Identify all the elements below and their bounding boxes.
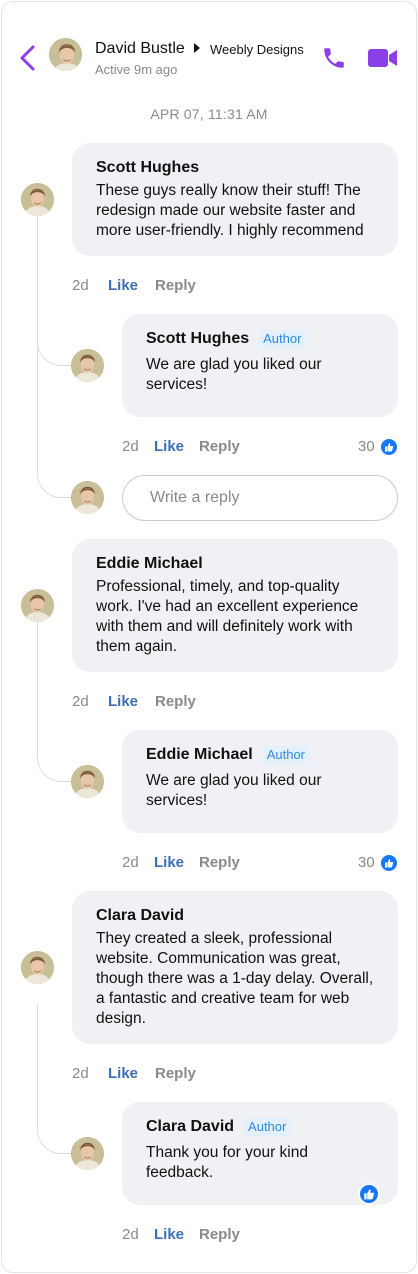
comment-time: 2d <box>72 277 89 294</box>
reply-actions: 2d Like Reply <box>122 438 240 455</box>
like-count-number: 30 <box>358 854 375 871</box>
thumbs-up-icon <box>380 438 397 455</box>
thread-connector <box>37 300 71 366</box>
reply-bubble: Clara David Author Thank you for your kin… <box>122 1102 398 1205</box>
comment-time: 2d <box>72 693 89 710</box>
comment-text: They created a sleek, professional websi… <box>96 930 374 1027</box>
like-button[interactable]: Like <box>108 277 155 294</box>
comment-author[interactable]: Scott Hughes <box>96 159 374 177</box>
like-button[interactable]: Like <box>154 1226 199 1243</box>
comment-bubble: Eddie Michael Professional, timely, and … <box>72 539 398 672</box>
like-button[interactable]: Like <box>154 438 199 455</box>
reply-actions: 2d Like Reply <box>122 1226 240 1243</box>
reply-button[interactable]: Reply <box>155 277 196 294</box>
thread-connector <box>37 420 71 498</box>
reply-actions: 2d Like Reply <box>122 854 240 871</box>
reply-text: We are glad you liked our services! <box>146 356 322 393</box>
contact-name[interactable]: David Bustle <box>95 40 185 58</box>
page-name[interactable]: Weebly Designs <box>210 42 304 57</box>
comment-actions: 2d Like Reply <box>72 693 196 710</box>
like-button[interactable]: Like <box>108 1065 155 1082</box>
reply-button[interactable]: Reply <box>199 854 240 871</box>
video-camera-icon[interactable] <box>368 47 398 69</box>
write-reply-input[interactable] <box>122 475 398 521</box>
reply-button[interactable]: Reply <box>199 1226 240 1243</box>
reply-bubble: Eddie Michael Author We are glad you like… <box>122 730 398 833</box>
author-badge: Author <box>262 746 310 764</box>
contact-avatar[interactable] <box>49 38 82 71</box>
author-badge: Author <box>244 1118 291 1136</box>
comment-text: These guys really know their stuff! The … <box>96 182 364 239</box>
author-avatar[interactable] <box>71 765 104 798</box>
comment-time: 2d <box>72 1065 89 1082</box>
comment-author[interactable]: Eddie Michael <box>96 555 374 573</box>
comment-bubble: Scott Hughes These guys really know thei… <box>72 143 398 256</box>
comment-bubble: Clara David They created a sleek, profes… <box>72 891 398 1044</box>
reply-text: Thank you for your kind feedback. <box>146 1144 308 1181</box>
like-count[interactable]: 30 <box>358 438 397 455</box>
reply-button[interactable]: Reply <box>155 1065 196 1082</box>
comment-author[interactable]: Clara David <box>96 907 374 925</box>
author-avatar[interactable] <box>71 1137 104 1170</box>
reply-button[interactable]: Reply <box>155 693 196 710</box>
reply-bubble: Scott Hughes Author We are glad you liked… <box>122 314 398 417</box>
comment-text: Professional, timely, and top-quality wo… <box>96 578 359 655</box>
commenter-avatar[interactable] <box>21 183 54 216</box>
reply-time: 2d <box>122 438 139 455</box>
like-count-number: 30 <box>358 438 375 455</box>
current-user-avatar <box>71 481 104 514</box>
commenter-avatar[interactable] <box>21 589 54 622</box>
reply-author[interactable]: Clara David <box>146 1118 234 1136</box>
phone-icon[interactable] <box>321 45 347 71</box>
comment-actions: 2d Like Reply <box>72 277 196 294</box>
like-count[interactable]: 30 <box>358 854 397 871</box>
back-chevron-icon[interactable] <box>16 44 40 72</box>
comment-actions: 2d Like Reply <box>72 1065 196 1082</box>
caret-right-icon <box>194 43 200 53</box>
reply-button[interactable]: Reply <box>199 438 240 455</box>
thread-connector <box>37 622 71 782</box>
author-avatar[interactable] <box>71 349 104 382</box>
reply-author[interactable]: Eddie Michael <box>146 746 253 764</box>
reply-author[interactable]: Scott Hughes <box>146 330 249 348</box>
reply-time: 2d <box>122 854 139 871</box>
thread-connector <box>37 1004 71 1154</box>
like-button[interactable]: Like <box>108 693 155 710</box>
thumbs-up-reaction-icon[interactable] <box>358 1183 380 1205</box>
commenter-avatar[interactable] <box>21 951 54 984</box>
reply-text: We are glad you liked our services! <box>146 772 322 809</box>
like-button[interactable]: Like <box>154 854 199 871</box>
reply-time: 2d <box>122 1226 139 1243</box>
active-status: Active 9m ago <box>95 62 178 77</box>
date-divider: APR 07, 11:31 AM <box>150 106 268 122</box>
author-badge: Author <box>259 330 306 348</box>
thumbs-up-icon <box>380 854 397 871</box>
